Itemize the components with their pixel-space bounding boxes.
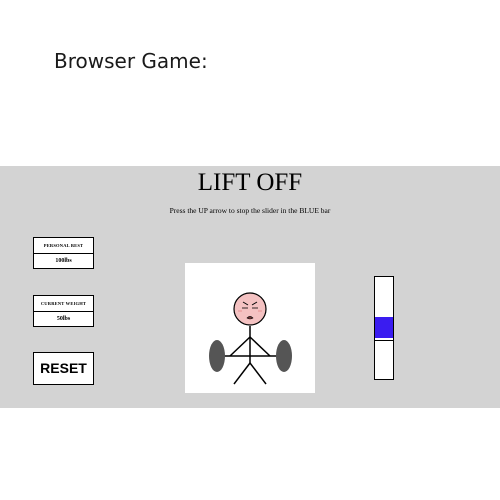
lifter-right-arm bbox=[249, 336, 271, 357]
lifter-left-leg bbox=[233, 362, 251, 385]
lifter-head bbox=[233, 292, 267, 326]
personal-best-value: 100lbs bbox=[55, 258, 72, 264]
lifter-canvas bbox=[185, 263, 315, 393]
page-heading: Browser Game: bbox=[54, 49, 208, 73]
right-weight-plate bbox=[276, 340, 292, 372]
current-weight-label: CURRENT WEIGHT bbox=[34, 296, 93, 312]
meter-target-zone bbox=[375, 316, 393, 339]
left-weight-plate bbox=[209, 340, 225, 372]
game-instructions: Press the UP arrow to stop the slider in… bbox=[169, 206, 331, 215]
personal-best-box: PERSONAL BEST 100lbs bbox=[33, 237, 94, 269]
lift-meter bbox=[374, 276, 394, 380]
lifter-left-arm bbox=[229, 336, 251, 357]
game-area: LIFT OFF Press the UP arrow to stop the … bbox=[0, 166, 500, 408]
personal-best-label: PERSONAL BEST bbox=[34, 238, 93, 254]
current-weight-box: CURRENT WEIGHT 50lbs bbox=[33, 295, 94, 327]
game-title: LIFT OFF bbox=[197, 169, 303, 196]
weightlifter-figure bbox=[209, 292, 292, 385]
meter-slider bbox=[375, 340, 393, 342]
lifter-mouth bbox=[246, 316, 254, 320]
current-weight-value: 50lbs bbox=[56, 316, 71, 322]
reset-button[interactable]: RESET bbox=[33, 352, 94, 385]
lifter-right-leg bbox=[249, 362, 267, 385]
